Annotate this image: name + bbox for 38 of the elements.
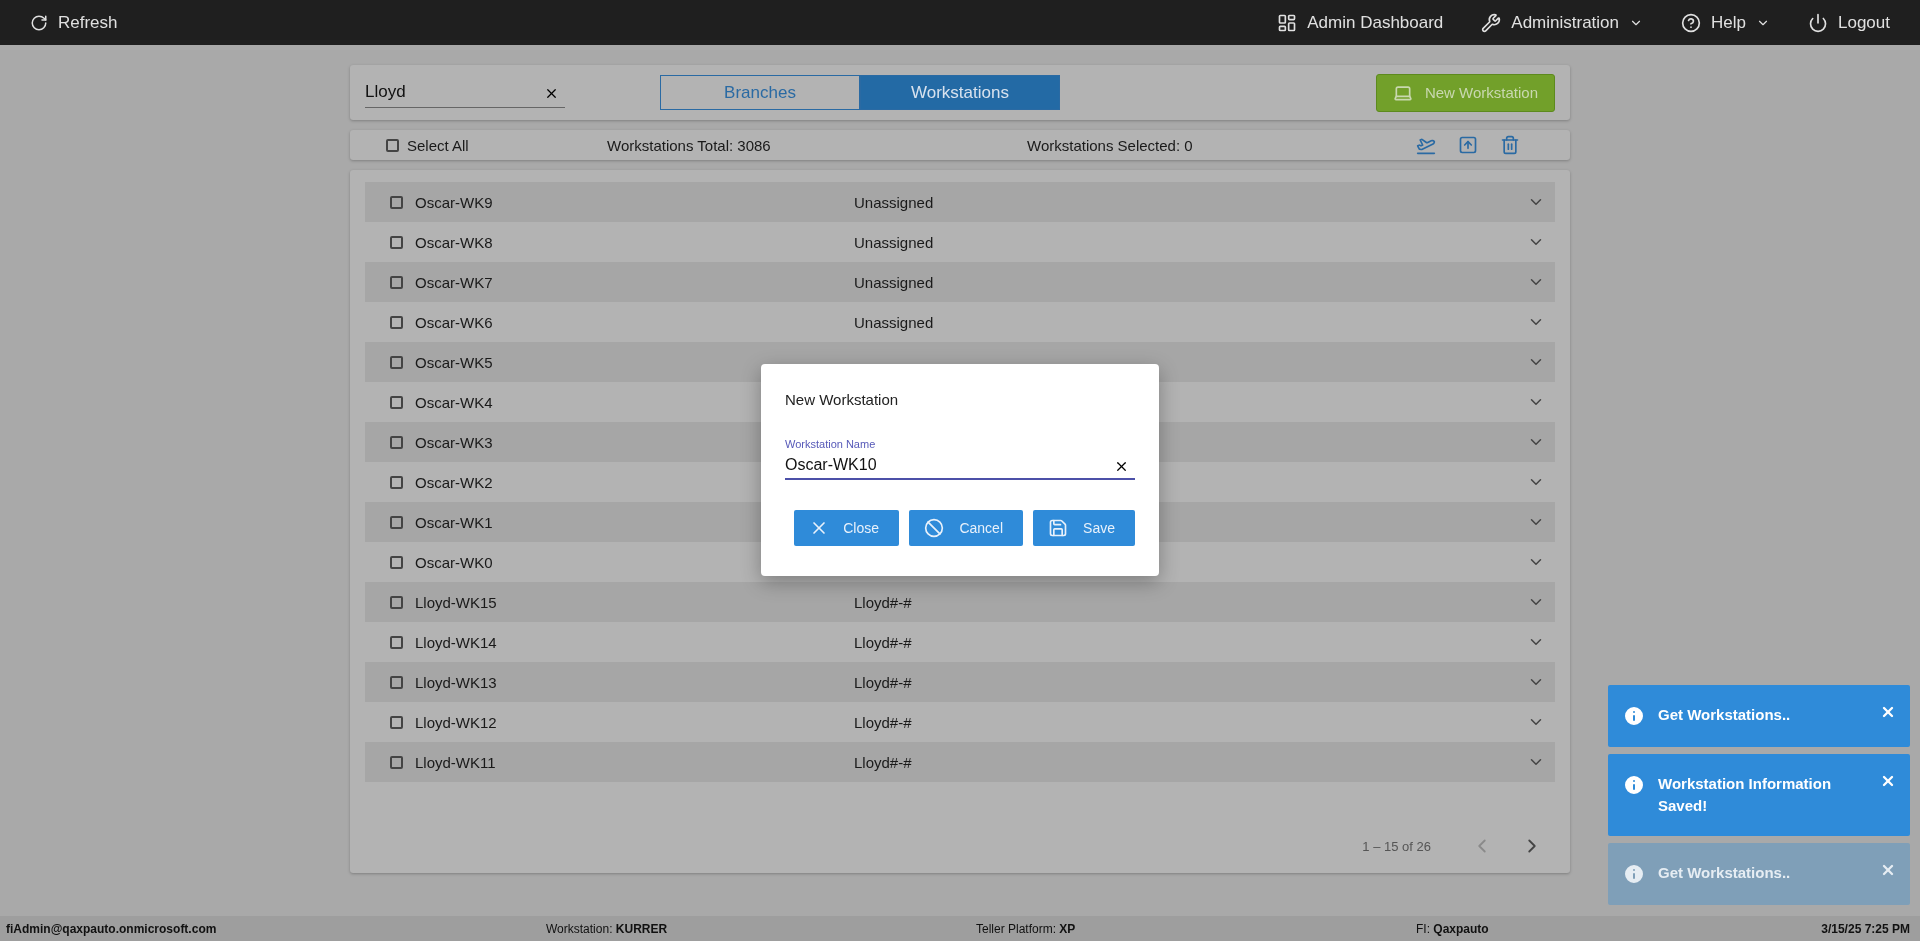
notification: Get Workstations.. (1608, 685, 1910, 747)
branch-name: Lloyd#-# (854, 673, 912, 691)
selected-count: Workstations Selected: 0 (1027, 136, 1193, 154)
workstation-name: Lloyd-WK15 (415, 593, 497, 611)
status-item: Teller Platform: XP (976, 921, 1077, 936)
workstation-name: Lloyd-WK12 (415, 713, 497, 731)
branch-name: Lloyd#-# (854, 633, 912, 651)
workstation-name: Oscar-WK4 (415, 393, 493, 411)
branch-name: Unassigned (854, 273, 934, 291)
workstation-name: Oscar-WK6 (415, 313, 493, 331)
select-all-label: Select All (407, 136, 470, 154)
branch-name: Unassigned (854, 313, 934, 331)
notification: Get Workstations.. (1608, 843, 1910, 905)
branch-name: Lloyd#-# (854, 713, 912, 731)
workstation-name: Lloyd-WK11 (415, 753, 496, 771)
workstation-name: Oscar-WK7 (415, 273, 493, 291)
notification: Workstation Information Saved! (1608, 754, 1910, 836)
workstation-name: Oscar-WK0 (415, 553, 493, 571)
workstation-name: Oscar-WK3 (415, 433, 493, 451)
workstation-name: Oscar-WK2 (415, 473, 493, 491)
workstation-name: Oscar-WK8 (415, 233, 493, 251)
branch-name: Unassigned (854, 233, 934, 251)
field-label: Workstation Name (785, 438, 877, 450)
total-count: Workstations Total: 3086 (607, 136, 772, 154)
page-range: 1 – 15 of 26 (1362, 838, 1431, 854)
workstation-name: Oscar-WK1 (415, 513, 493, 531)
status-item: FI: Qaxpauto (1416, 921, 1490, 936)
workstation-name: Oscar-WK5 (415, 353, 493, 371)
branch-name: Lloyd#-# (854, 593, 912, 611)
branch-name: Unassigned (854, 193, 934, 211)
branch-name: Lloyd#-# (854, 753, 912, 771)
status-item: Workstation: KURRER (546, 921, 669, 936)
dialog-title: New Workstation (785, 391, 900, 408)
workstation-name: Oscar-WK9 (415, 193, 493, 211)
user-email: fiAdmin@qaxpauto.onmicrosoft.com (6, 921, 218, 936)
workstation-name: Lloyd-WK14 (415, 633, 497, 651)
workstation-name: Lloyd-WK13 (415, 673, 497, 691)
date-time: 3/15/25 7:25 PM (1821, 921, 1910, 936)
